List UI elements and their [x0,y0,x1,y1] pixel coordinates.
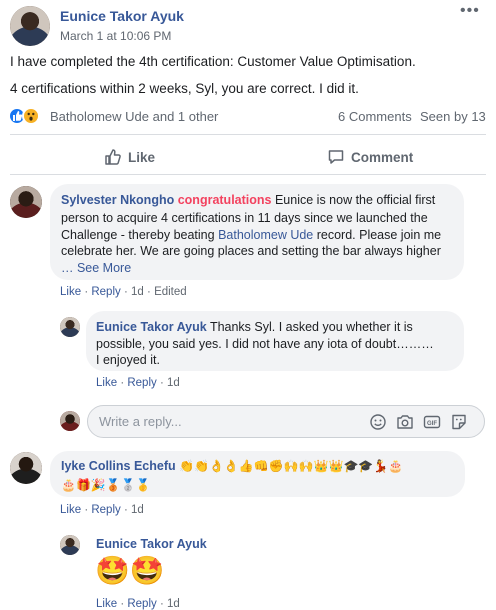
comment-line-1: Iyke Collins Echefu 👏👏👌👌👍👊✊🙌🙌👑👑🎓🎓💃🎂 [61,457,403,475]
comment-line-3: Challenge - thereby beating Batholomew U… [61,227,441,243]
separator: · [123,286,128,298]
reply-time[interactable]: 1d [167,377,180,389]
reply-line-3: I enjoyed it. [96,353,160,367]
congratulations-text: congratulations [177,193,272,207]
emoji-reactions-text: 🎂🎁🎉🥉🥈🥇 [61,478,151,492]
reply-reply-link[interactable]: Reply [127,598,156,610]
commenter-avatar[interactable] [10,186,42,218]
seen-count[interactable]: Seen by 13 [420,109,486,124]
reply-emoji: 🤩🤩 [95,555,165,586]
camera-icon[interactable] [396,413,414,431]
comment-text: Challenge - thereby beating [61,228,219,242]
comment-like-link[interactable]: Like [60,286,81,298]
like-button-label: Like [128,149,156,165]
emoji-reactions-text: 👏👏👌👌👍👊✊🙌🙌👑👑🎓🎓💃🎂 [179,459,404,473]
reply-reply-link[interactable]: Reply [127,377,156,389]
see-more-link[interactable]: … See More [61,260,131,276]
reply-tools: GIF [369,413,468,431]
comment-time[interactable]: 1d [131,286,144,298]
thumbs-up-icon [105,149,121,165]
comments-count[interactable]: 6 Comments [338,109,412,124]
divider-bottom [10,174,486,175]
poster-avatar[interactable] [10,6,50,46]
comment-reply-link[interactable]: Reply [91,286,120,298]
reply-line-2: possible, you said yes. I did not have a… [96,337,434,351]
reaction-icons[interactable] [8,107,40,125]
reply-author[interactable]: Eunice Takor Ayuk [96,537,207,551]
gif-icon[interactable]: GIF [423,413,441,431]
separator: · [84,286,89,298]
comment-line-1: Sylvester Nkongho congratulations Eunice… [61,192,461,208]
reply-like-link[interactable]: Like [96,377,117,389]
comment-text: Eunice is now the official first [274,193,436,207]
reaction-names[interactable]: Batholomew Ude and 1 other [50,109,218,124]
separator: · [123,504,128,516]
separator: · [159,598,164,610]
reply-time[interactable]: 1d [167,598,180,610]
separator: · [84,504,89,516]
comment-reply-link[interactable]: Reply [91,504,120,516]
poster-name[interactable]: Eunice Takor Ayuk [60,8,184,24]
wow-icon [22,107,40,125]
edited-label[interactable]: Edited [154,286,187,298]
reply-line-1: Eunice Takor Ayuk Thanks Syl. I asked yo… [96,319,413,335]
comment-actions: Like · Reply · 1d [60,504,144,516]
reply-author[interactable]: Eunice Takor Ayuk [96,320,207,334]
comment-text: record. Please join me [313,228,442,242]
more-options-button[interactable]: ••• [460,2,480,20]
sticker-icon[interactable] [450,413,468,431]
current-user-avatar [60,411,80,431]
comment-line-4: celebrate her. We are going places and s… [61,244,441,258]
reply-like-link[interactable]: Like [96,598,117,610]
comment-button-label: Comment [351,149,414,165]
comment-author[interactable]: Iyke Collins Echefu [61,459,176,473]
smiley-icon[interactable] [369,413,387,431]
comment-button[interactable]: Comment [327,148,413,166]
comment-icon [328,150,344,164]
reply-actions: Like · Reply · 1d [96,377,180,389]
comment-time[interactable]: 1d [131,504,144,516]
separator: · [159,377,164,389]
reply-actions: Like · Reply · 1d [96,598,180,610]
post-text-line-1: I have completed the 4th certification: … [10,54,416,69]
post-text-line-2: 4 certifications within 2 weeks, Syl, yo… [10,81,359,96]
post-timestamp[interactable]: March 1 at 10:06 PM [60,29,171,43]
comment-author[interactable]: Sylvester Nkongho [61,193,174,207]
separator: · [120,377,125,389]
reply-text: Thanks Syl. I asked you whether it is [209,320,413,334]
comment-actions: Like · Reply · 1d · Edited [60,286,187,298]
comment-line-2: person to acquire 4 certifications in 11… [61,211,428,225]
reply-placeholder: Write a reply... [99,414,182,429]
like-button[interactable]: Like [104,148,155,166]
reply-avatar[interactable] [60,317,80,337]
mention-link[interactable]: Batholomew Ude [218,228,313,242]
divider-top [10,134,486,135]
separator: · [147,286,151,298]
commenter-avatar[interactable] [10,452,42,484]
comment-like-link[interactable]: Like [60,504,81,516]
reply-avatar[interactable] [60,535,80,555]
separator: · [120,598,125,610]
gif-label: GIF [427,421,437,427]
